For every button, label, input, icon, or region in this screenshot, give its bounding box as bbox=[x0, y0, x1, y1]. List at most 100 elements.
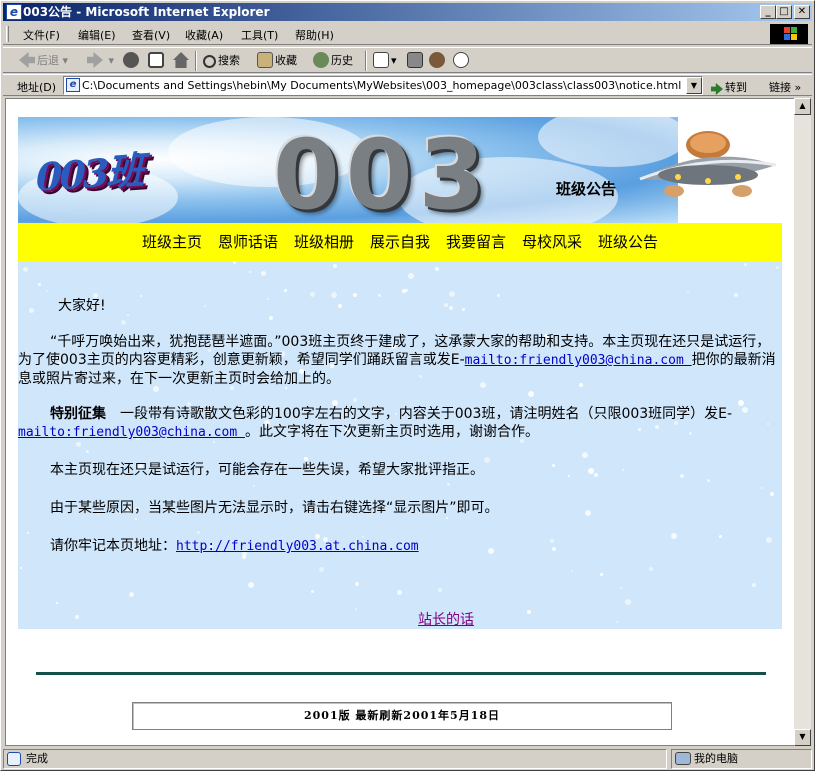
menu-file[interactable]: 文件(F) bbox=[23, 27, 60, 43]
snow-dot bbox=[446, 517, 448, 519]
snow-dot bbox=[707, 479, 710, 482]
greeting: 大家好! bbox=[58, 298, 106, 314]
ufo-icon bbox=[639, 131, 777, 197]
mail-icon bbox=[373, 52, 389, 68]
snow-dot bbox=[284, 289, 287, 292]
snow-dot bbox=[86, 450, 89, 453]
snow-dot bbox=[121, 320, 126, 325]
title-bar[interactable]: e 003公告 - Microsoft Internet Explorer _ … bbox=[3, 3, 812, 21]
snow-dot bbox=[649, 567, 653, 571]
home-button[interactable] bbox=[173, 52, 191, 70]
address-label: 地址(D) bbox=[17, 81, 57, 94]
nav-link-album[interactable]: 班级相册 bbox=[294, 223, 354, 261]
ie-icon: e bbox=[6, 4, 22, 20]
vertical-scrollbar[interactable]: ▲ ▼ bbox=[794, 98, 811, 746]
discuss-button[interactable] bbox=[453, 52, 471, 70]
snow-dot bbox=[620, 587, 622, 589]
snow-dot bbox=[129, 592, 134, 597]
favorites-folder-icon bbox=[257, 52, 273, 68]
homepage-link[interactable]: http://friendly003.at.china.com bbox=[176, 539, 419, 554]
close-button[interactable]: ✕ bbox=[794, 5, 810, 19]
nav-link-guestbook[interactable]: 我要留言 bbox=[446, 223, 506, 261]
snow-dot bbox=[770, 492, 774, 496]
call-heading: 特别征集 bbox=[50, 406, 106, 422]
status-text: 完成 bbox=[3, 749, 667, 769]
snow-dot bbox=[233, 261, 236, 264]
snow-dot bbox=[261, 271, 266, 276]
snow-dot bbox=[744, 263, 747, 266]
section-title: 班级公告 bbox=[556, 180, 617, 198]
back-arrow-icon bbox=[19, 52, 35, 68]
webmaster-link[interactable]: 站长的话 bbox=[418, 609, 474, 629]
nav-link-school[interactable]: 母校风采 bbox=[522, 223, 582, 261]
refresh-icon bbox=[148, 52, 164, 68]
links-button[interactable]: 链接 » bbox=[769, 79, 801, 95]
email-link-2[interactable]: mailto:friendly003@china.com bbox=[18, 425, 245, 440]
paragraph-images: 由于某些原因，当某些图片无法显示时，请击右键选择“显示图片”即可。 bbox=[50, 500, 499, 516]
status-bar: 完成 我的电脑 bbox=[3, 749, 812, 769]
snow-dot bbox=[353, 398, 357, 402]
refresh-button[interactable] bbox=[148, 52, 166, 70]
snow-dot bbox=[38, 283, 41, 286]
menu-edit[interactable]: 编辑(E) bbox=[78, 27, 116, 43]
snow-dot bbox=[435, 267, 439, 271]
edit-button[interactable] bbox=[429, 52, 447, 70]
print-button[interactable] bbox=[407, 52, 425, 70]
snow-dot bbox=[397, 590, 402, 595]
favorites-button[interactable]: 收藏 bbox=[257, 52, 297, 70]
history-icon bbox=[313, 52, 329, 68]
snow-dot bbox=[761, 487, 763, 489]
menu-bar: 文件(F) 编辑(E) 查看(V) 收藏(A) 工具(T) 帮助(H) bbox=[3, 23, 812, 45]
search-icon bbox=[203, 55, 216, 68]
snow-dot bbox=[27, 532, 29, 534]
paragraph-address: 请你牢记本页地址：http://friendly003.at.china.com bbox=[18, 537, 782, 556]
forward-arrow-icon bbox=[87, 52, 103, 68]
edit-icon bbox=[429, 52, 445, 68]
snow-dot bbox=[752, 583, 756, 587]
notice-content: 大家好! “千呼万唤始出来，犹抱琵琶半遮面。”003班主页终于建成了，这承蒙大家… bbox=[18, 261, 782, 629]
standard-toolbar: 后退 ▾ ▾ 搜索 收藏 历史 ▾ bbox=[3, 47, 812, 73]
forward-button[interactable]: ▾ bbox=[87, 52, 114, 70]
address-bar: 地址(D) e C:\Documents and Settings\hebin\… bbox=[3, 74, 812, 96]
email-link-1[interactable]: mailto:friendly003@china.com bbox=[465, 353, 692, 368]
snow-dot bbox=[253, 485, 255, 487]
snow-dot bbox=[438, 588, 442, 592]
status-zone: 我的电脑 bbox=[671, 749, 812, 769]
menu-view[interactable]: 查看(V) bbox=[132, 27, 170, 43]
print-icon bbox=[407, 52, 423, 68]
nav-link-notice[interactable]: 班级公告 bbox=[598, 223, 658, 261]
search-button[interactable]: 搜索 bbox=[203, 52, 240, 70]
address-input[interactable]: e C:\Documents and Settings\hebin\My Doc… bbox=[63, 76, 703, 95]
nav-link-showcase[interactable]: 展示自我 bbox=[370, 223, 430, 261]
stop-icon bbox=[123, 52, 139, 68]
menu-tools[interactable]: 工具(T) bbox=[241, 27, 278, 43]
snow-dot bbox=[355, 608, 357, 610]
back-button[interactable]: 后退 ▾ bbox=[19, 52, 68, 70]
page-viewport[interactable]: 003班 003 班级公告 班级主页 恩师话语 班级相册 展示自我 我要留言 母校风采 班级… bbox=[5, 98, 794, 746]
nav-link-teachers[interactable]: 恩师话语 bbox=[218, 223, 278, 261]
update-notice: 2001版 最新刷新2001年5月18日 bbox=[132, 702, 672, 730]
paragraph-intro: “千呼万唤始出来，犹抱琵琶半遮面。”003班主页终于建成了，这承蒙大家的帮助和支… bbox=[18, 333, 782, 388]
maximize-button[interactable]: □ bbox=[776, 5, 792, 19]
address-dropdown-button[interactable]: ▼ bbox=[686, 77, 702, 94]
scroll-down-button[interactable]: ▼ bbox=[794, 729, 811, 746]
scroll-up-button[interactable]: ▲ bbox=[794, 98, 811, 115]
nav-link-home[interactable]: 班级主页 bbox=[142, 223, 202, 261]
menu-favorites[interactable]: 收藏(A) bbox=[185, 27, 223, 43]
go-button[interactable]: 转到 bbox=[711, 79, 747, 95]
minimize-button[interactable]: _ bbox=[760, 5, 776, 19]
menu-help[interactable]: 帮助(H) bbox=[295, 27, 334, 43]
go-arrow-icon bbox=[711, 83, 723, 95]
home-icon bbox=[173, 52, 189, 68]
history-button[interactable]: 历史 bbox=[313, 52, 353, 70]
snow-dot bbox=[135, 518, 137, 520]
menu-grip bbox=[6, 26, 9, 42]
snow-dot bbox=[687, 291, 689, 293]
browser-window: e 003公告 - Microsoft Internet Explorer _ … bbox=[0, 0, 815, 771]
header-banner: 003班 003 班级公告 bbox=[18, 117, 678, 223]
stop-button[interactable] bbox=[123, 52, 141, 70]
page-done-icon bbox=[7, 752, 21, 766]
mail-button[interactable]: ▾ bbox=[373, 52, 397, 70]
snow-dot bbox=[249, 271, 251, 273]
snow-dot bbox=[447, 483, 450, 486]
